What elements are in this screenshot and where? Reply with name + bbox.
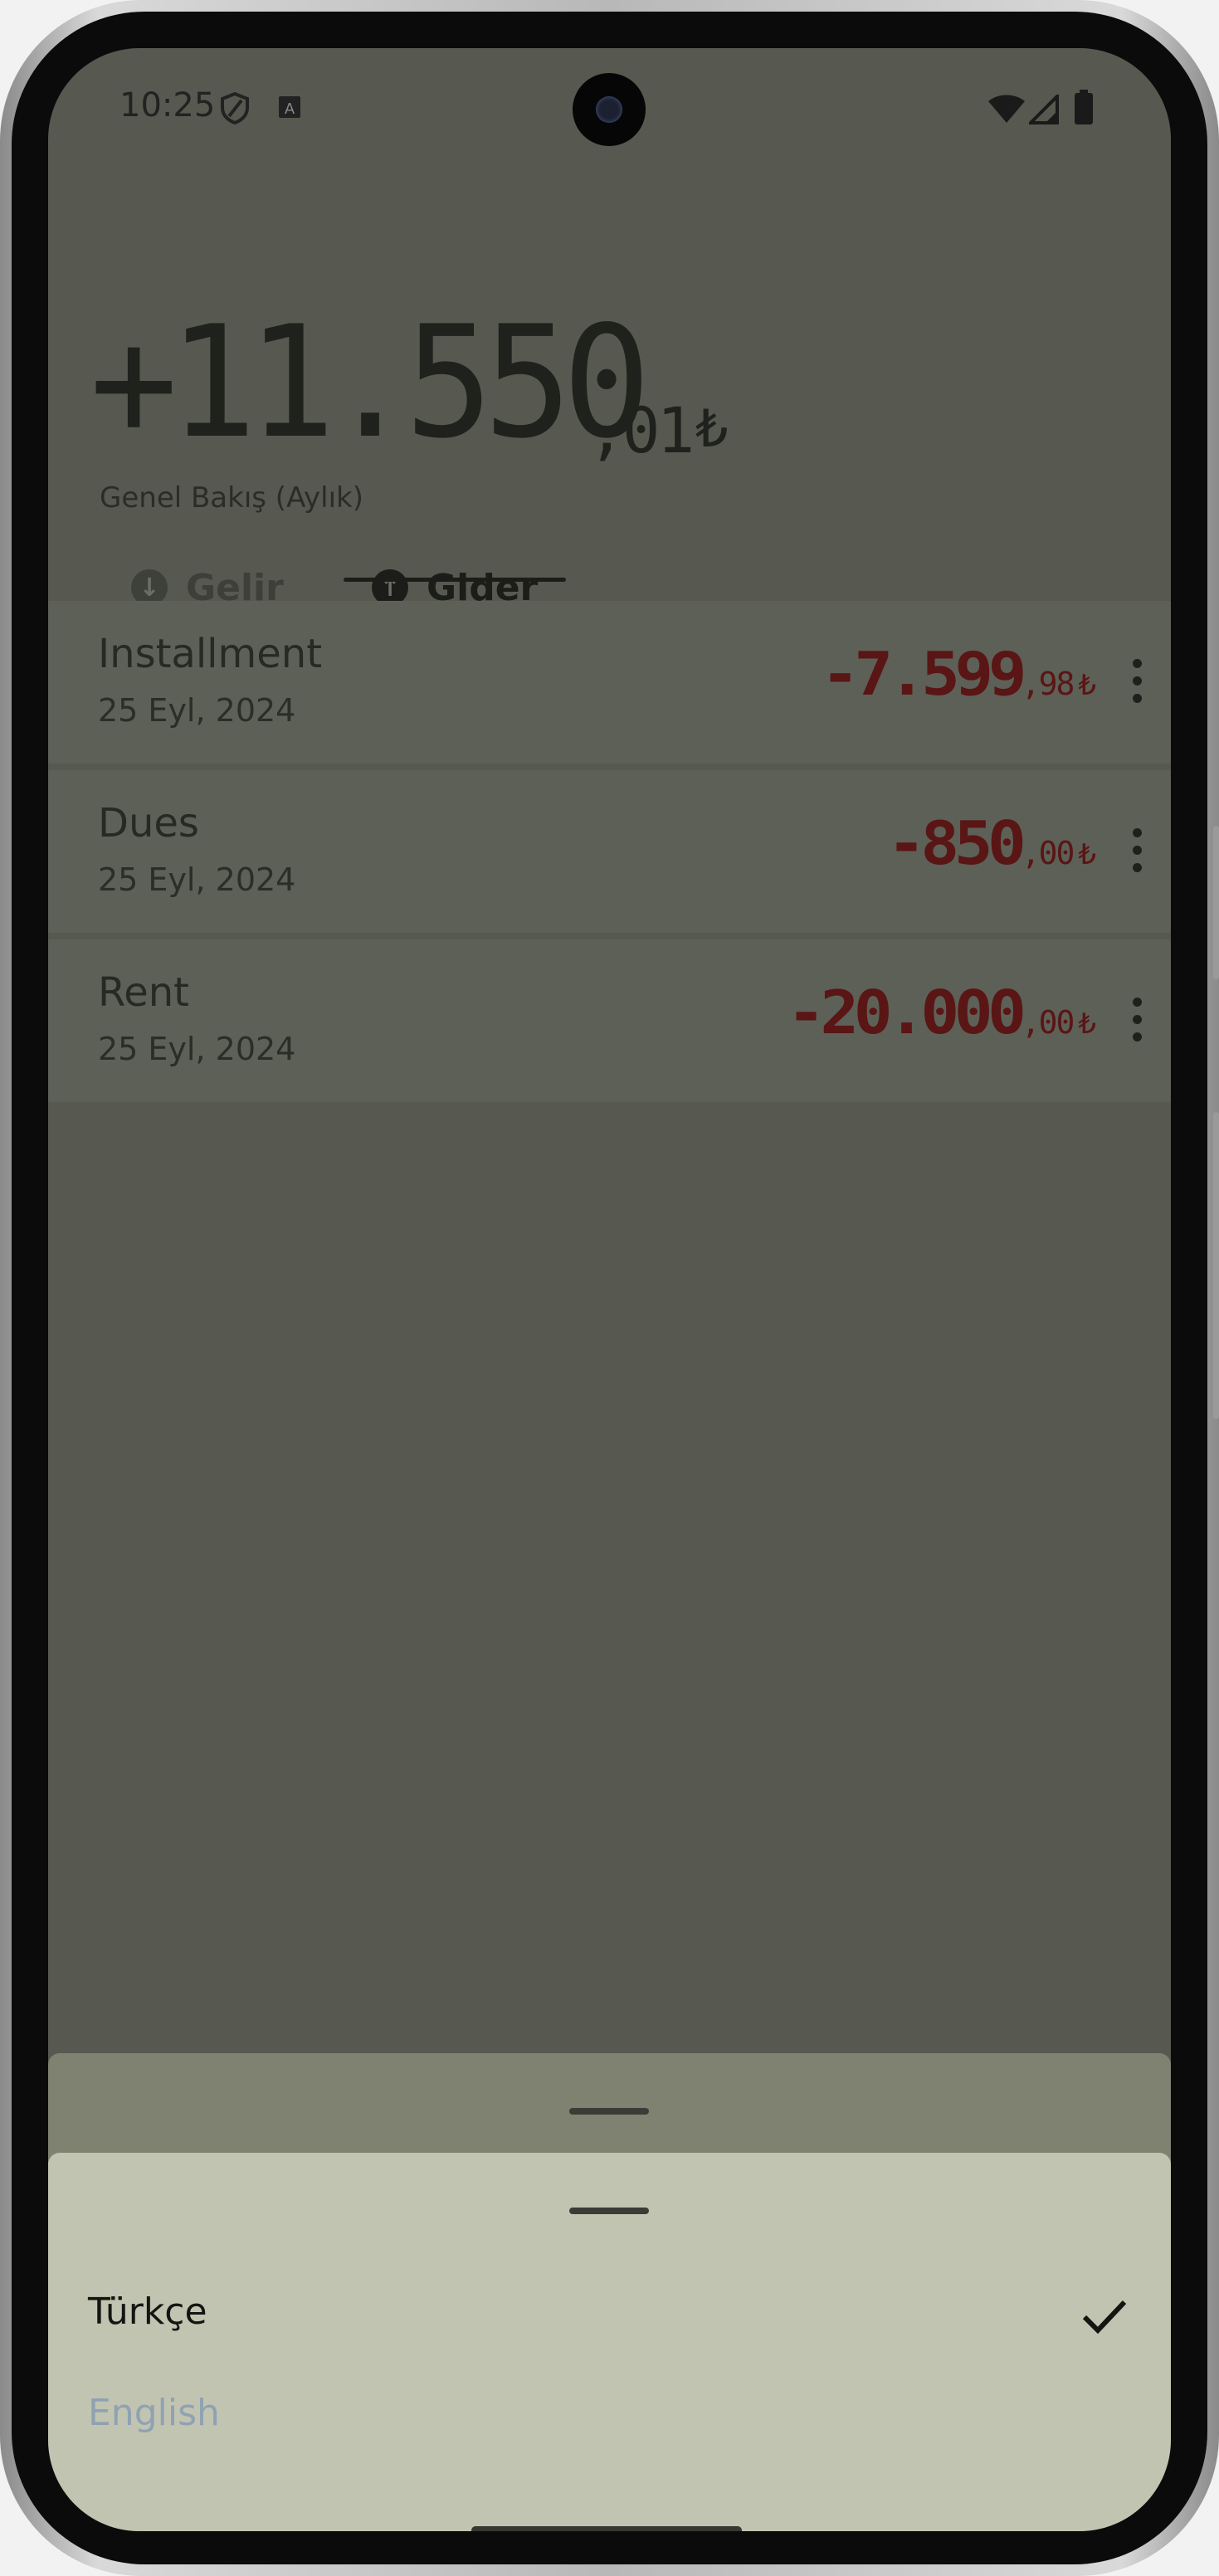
app-screen: 10:25 A +11.550 ,01 ₺ Genel Bakış (Aylık… [48, 48, 1171, 2531]
transaction-date: 25 Eyl, 2024 [98, 861, 296, 898]
balance-decimal: ,01 [588, 393, 695, 467]
more-vert-icon[interactable] [1133, 659, 1143, 704]
transaction-list: Installment 25 Eyl, 2024 -7.599,98 ₺ Dues… [48, 601, 1171, 1109]
battery-icon [1075, 90, 1093, 124]
list-item[interactable]: Rent 25 Eyl, 2024 -20.000,00 ₺ [48, 939, 1171, 1102]
balance-amount: +11.550 ,01 ₺ [90, 292, 728, 472]
balance-main: +11.550 [90, 292, 651, 472]
drag-handle[interactable] [569, 2208, 649, 2214]
shield-icon [221, 91, 249, 124]
transaction-name: Installment [98, 631, 323, 677]
list-item[interactable]: Installment 25 Eyl, 2024 -7.599,98 ₺ [48, 601, 1171, 764]
overview-label: Genel Bakış (Aylık) [100, 481, 363, 515]
amount-decimal: ,00 [1021, 1004, 1075, 1041]
list-item[interactable]: Dues 25 Eyl, 2024 -850,00 ₺ [48, 770, 1171, 933]
language-option-english[interactable]: English [88, 2392, 220, 2434]
language-option-turkish[interactable]: Türkçe [88, 2291, 207, 2333]
transaction-date: 25 Eyl, 2024 [98, 692, 296, 729]
drag-handle[interactable] [569, 2108, 649, 2115]
more-vert-icon[interactable] [1133, 998, 1143, 1042]
cellular-icon [1029, 95, 1059, 124]
transaction-amount: -20.000,00 ₺ [787, 978, 1096, 1047]
amount-integer: -850 [887, 808, 1026, 878]
volume-button [1213, 826, 1219, 979]
status-time: 10:25 [119, 86, 216, 124]
tab-indicator [344, 578, 566, 582]
transaction-name: Rent [98, 969, 189, 1016]
power-button [1213, 1112, 1219, 1419]
home-indicator[interactable] [471, 2526, 742, 2531]
transaction-name: Dues [98, 800, 199, 846]
check-icon [1082, 2300, 1127, 2334]
svg-text:A: A [285, 100, 295, 118]
amount-currency: ₺ [1078, 1007, 1096, 1041]
more-vert-icon[interactable] [1133, 828, 1143, 873]
front-camera [573, 73, 646, 146]
currency-symbol: ₺ [695, 398, 729, 459]
amount-currency: ₺ [1078, 838, 1096, 871]
amount-decimal: ,00 [1021, 835, 1075, 871]
amount-decimal: ,98 [1021, 666, 1075, 702]
transaction-amount: -7.599,98 ₺ [821, 639, 1096, 709]
transaction-amount: -850,00 ₺ [887, 808, 1096, 878]
amount-integer: -20.000 [787, 978, 1026, 1047]
wifi-icon [988, 95, 1025, 123]
amount-integer: -7.599 [820, 639, 1027, 709]
amount-currency: ₺ [1078, 669, 1096, 702]
keyboard-icon: A [279, 96, 300, 118]
language-bottom-sheet: Türkçe English [48, 2153, 1171, 2531]
transaction-date: 25 Eyl, 2024 [98, 1031, 296, 1067]
